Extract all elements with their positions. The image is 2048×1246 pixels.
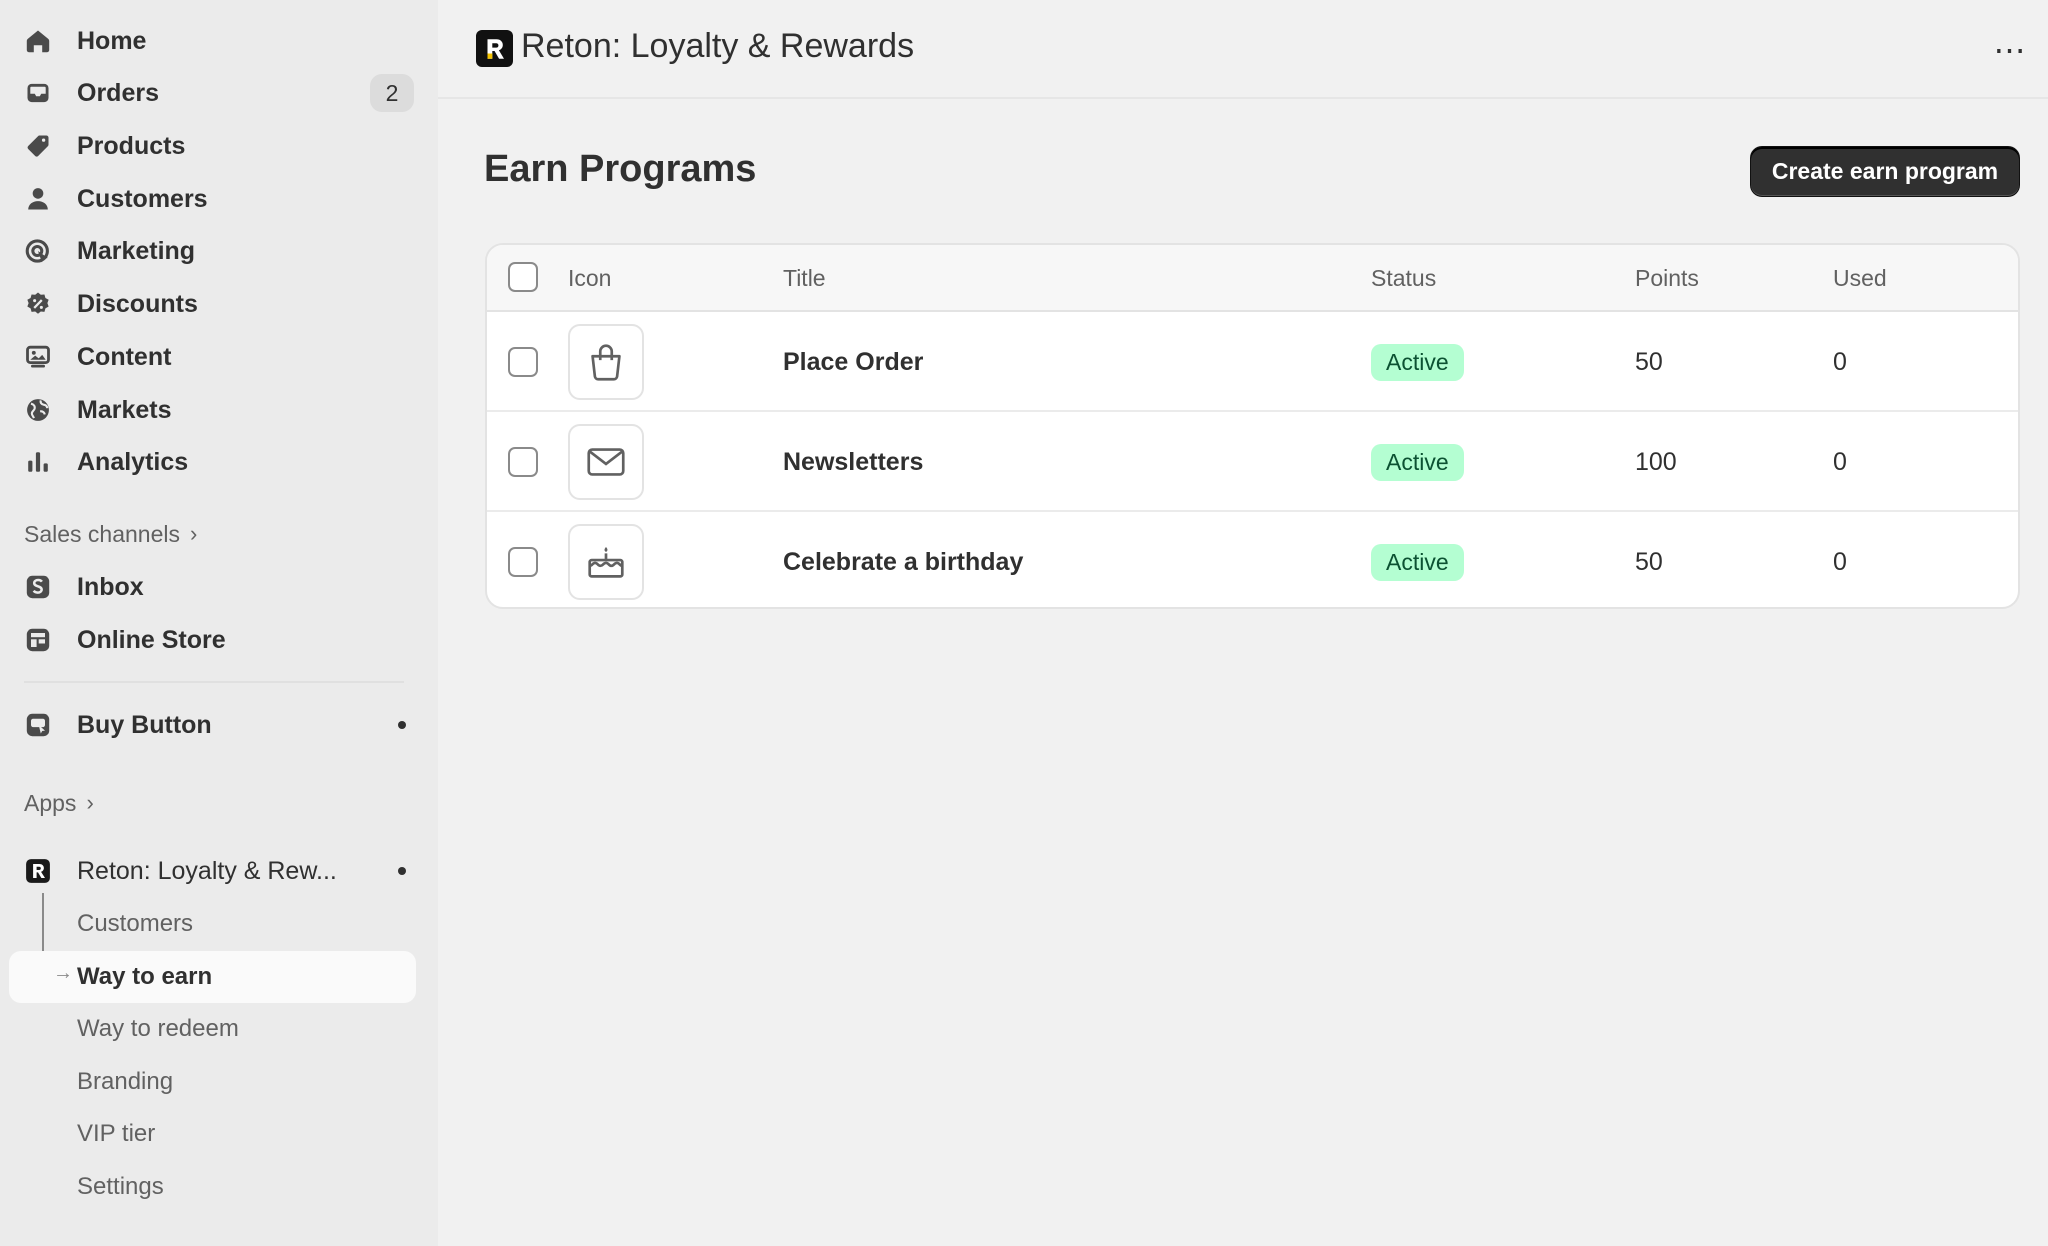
sidebar-divider <box>24 681 404 683</box>
sidebar-sub-item-branding[interactable]: Branding <box>77 1059 173 1105</box>
sidebar-item-discounts[interactable]: Discounts <box>24 281 414 327</box>
program-title: Newsletters <box>783 448 924 476</box>
sidebar-item-label: Home <box>77 26 147 55</box>
column-header-status[interactable]: Status <box>1371 265 1436 292</box>
sidebar-item-buy-button[interactable]: Buy Button <box>24 702 414 748</box>
used-value: 0 <box>1833 448 1847 476</box>
chevron-right-icon: › <box>86 790 94 815</box>
row-checkbox[interactable] <box>508 447 538 477</box>
table-header-row: Icon Title Status Points Used <box>487 245 2018 312</box>
column-header-title[interactable]: Title <box>783 265 826 292</box>
points-value: 50 <box>1635 548 1663 576</box>
column-header-points[interactable]: Points <box>1635 265 1699 292</box>
row-checkbox[interactable] <box>508 547 538 577</box>
discount-badge-icon <box>24 290 52 318</box>
sidebar-sub-item-way-to-earn[interactable]: Way to earn <box>77 954 212 1000</box>
sidebar-item-orders[interactable]: Orders 2 <box>24 70 414 116</box>
sidebar-item-label: Content <box>77 342 172 371</box>
sidebar-sub-item-settings[interactable]: Settings <box>77 1164 164 1210</box>
reton-app-logo-icon <box>24 857 52 885</box>
shopping-bag-icon <box>568 324 644 400</box>
pinned-dot-icon <box>398 721 406 729</box>
sidebar-sub-item-vip-tier[interactable]: VIP tier <box>77 1111 155 1157</box>
sidebar-item-label: Markets <box>77 395 172 424</box>
sidebar-item-label: Inbox <box>77 572 144 601</box>
points-value: 50 <box>1635 348 1663 376</box>
program-title: Celebrate a birthday <box>783 548 1024 576</box>
apps-label: Apps <box>24 789 77 816</box>
person-icon <box>24 185 52 213</box>
points-value: 100 <box>1635 448 1677 476</box>
sidebar-item-label: Products <box>77 131 186 160</box>
buy-button-icon <box>24 711 52 739</box>
inbox-app-icon <box>24 573 52 601</box>
sidebar-item-content[interactable]: Content <box>24 334 414 380</box>
sidebar-item-label: Discounts <box>77 289 198 318</box>
sidebar-item-products[interactable]: Products <box>24 123 414 169</box>
app-title-bar: Reton: Loyalty & Rewards ⋯ <box>438 0 2048 99</box>
sidebar-item-customers[interactable]: Customers <box>24 176 414 222</box>
column-header-used[interactable]: Used <box>1833 265 1887 292</box>
sidebar: Home Orders 2 Products Customers Marketi… <box>0 0 438 1246</box>
sales-channels-header[interactable]: Sales channels › <box>24 516 197 552</box>
sidebar-item-label: Marketing <box>77 236 196 265</box>
storefront-icon <box>24 626 52 654</box>
chevron-right-icon: › <box>190 521 198 546</box>
status-badge: Active <box>1371 544 1464 581</box>
sidebar-item-label: Orders <box>77 78 159 107</box>
table-row[interactable]: Celebrate a birthday Active 50 0 <box>487 512 2018 607</box>
status-badge: Active <box>1371 344 1464 381</box>
earn-programs-table: Icon Title Status Points Used Place Orde… <box>485 243 2020 609</box>
sidebar-item-markets[interactable]: Markets <box>24 387 414 433</box>
apps-header[interactable]: Apps › <box>24 785 94 821</box>
sidebar-item-marketing[interactable]: Marketing <box>24 228 414 274</box>
row-checkbox[interactable] <box>508 347 538 377</box>
bar-chart-icon <box>24 448 52 476</box>
tree-arrow-icon: → <box>53 962 73 984</box>
birthday-cake-icon <box>568 524 644 600</box>
inbox-tray-icon <box>24 79 52 107</box>
sidebar-item-label: Buy Button <box>77 710 212 739</box>
sidebar-item-inbox[interactable]: Inbox <box>24 564 414 610</box>
sidebar-item-label: Customers <box>77 184 208 213</box>
page-title: Earn Programs <box>484 148 757 190</box>
sidebar-item-label: Reton: Loyalty & Rew... <box>77 856 337 885</box>
tag-icon <box>24 132 52 160</box>
sales-channels-label: Sales channels <box>24 520 180 547</box>
table-row[interactable]: Newsletters Active 100 0 <box>487 412 2018 512</box>
column-header-icon[interactable]: Icon <box>568 265 611 292</box>
used-value: 0 <box>1833 348 1847 376</box>
program-title: Place Order <box>783 348 924 376</box>
pinned-dot-icon <box>398 867 406 875</box>
more-actions-button[interactable]: ⋯ <box>1986 28 2034 72</box>
sidebar-item-online-store[interactable]: Online Store <box>24 617 414 663</box>
select-all-checkbox[interactable] <box>508 262 538 292</box>
reton-app-logo-icon <box>476 30 513 67</box>
sidebar-item-home[interactable]: Home <box>24 18 414 64</box>
orders-count-badge: 2 <box>370 74 414 112</box>
home-icon <box>24 27 52 55</box>
sidebar-item-reton-app[interactable]: Reton: Loyalty & Rew... <box>24 848 414 894</box>
used-value: 0 <box>1833 548 1847 576</box>
table-row[interactable]: Place Order Active 50 0 <box>487 312 2018 412</box>
sidebar-item-label: Analytics <box>77 447 189 476</box>
content-icon <box>24 343 52 371</box>
sidebar-item-analytics[interactable]: Analytics <box>24 439 414 485</box>
create-earn-program-button[interactable]: Create earn program <box>1750 146 2020 197</box>
sidebar-sub-item-way-to-redeem[interactable]: Way to redeem <box>77 1006 239 1052</box>
sidebar-sub-item-customers[interactable]: Customers <box>77 901 193 947</box>
target-icon <box>24 237 52 265</box>
app-title: Reton: Loyalty & Rewards <box>521 27 915 65</box>
sidebar-item-label: Online Store <box>77 625 226 654</box>
status-badge: Active <box>1371 444 1464 481</box>
globe-icon <box>24 396 52 424</box>
envelope-icon <box>568 424 644 500</box>
